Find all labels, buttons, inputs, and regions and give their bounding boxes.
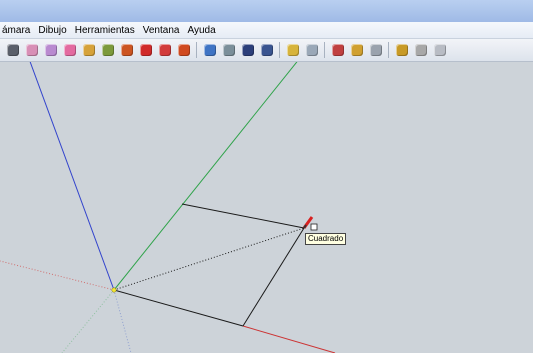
tool-button-eraser-pink[interactable] — [61, 41, 78, 58]
tool-button-push-pull[interactable] — [118, 41, 135, 58]
menu-window[interactable]: Ventana — [139, 25, 184, 36]
tool-button-warehouse[interactable] — [393, 41, 410, 58]
pencil-cursor-icon — [302, 216, 318, 231]
tool-button-tape-measure[interactable] — [80, 41, 97, 58]
tool-button-eraser[interactable] — [23, 41, 40, 58]
tool-button-follow-me[interactable] — [175, 41, 192, 58]
toolbar — [0, 39, 533, 62]
menu-help[interactable]: Ayuda — [183, 25, 219, 36]
zoom-icon — [241, 43, 254, 56]
tool-button-orbit[interactable] — [201, 41, 218, 58]
warehouse-icon — [395, 43, 408, 56]
pan-icon — [222, 43, 235, 56]
menu-tools[interactable]: Herramientas — [71, 25, 139, 36]
edge-bottom — [113, 289, 244, 327]
edge-right — [242, 227, 305, 327]
edge-top — [181, 203, 305, 229]
toolbar-separator — [324, 42, 325, 58]
tool-button-style[interactable] — [431, 41, 448, 58]
toolbar-separator — [388, 42, 389, 58]
menu-draw[interactable]: Dibujo — [34, 25, 70, 36]
inference-diagonal — [113, 227, 305, 291]
zoom-extents-icon — [260, 43, 273, 56]
tool-button-paint-bucket[interactable] — [42, 41, 59, 58]
tool-button-zoom[interactable] — [239, 41, 256, 58]
tool-button-move[interactable] — [137, 41, 154, 58]
red-axis-negative — [0, 260, 115, 291]
tape-measure-icon — [82, 43, 95, 56]
tool-button-rotate[interactable] — [156, 41, 173, 58]
protractor-icon — [101, 43, 114, 56]
paint-bucket-icon — [44, 43, 57, 56]
blue-axis-negative — [113, 289, 132, 353]
style-icon — [433, 43, 446, 56]
green-axis — [113, 62, 298, 291]
menu-camera[interactable]: ámara — [0, 25, 34, 36]
tool-button-protractor[interactable] — [99, 41, 116, 58]
green-axis-negative — [61, 289, 115, 353]
red-axis — [242, 325, 336, 353]
tool-button-zoom-extents[interactable] — [258, 41, 275, 58]
tool-button-share-model[interactable] — [303, 41, 320, 58]
follow-me-icon — [177, 43, 190, 56]
component-icon — [331, 43, 344, 56]
sphere-icon — [369, 43, 382, 56]
eraser-icon — [25, 43, 38, 56]
tool-button-arc[interactable] — [4, 41, 21, 58]
origin-point — [111, 287, 117, 293]
tool-button-material[interactable] — [412, 41, 429, 58]
blue-axis — [29, 62, 115, 291]
tool-button-component[interactable] — [329, 41, 346, 58]
orbit-icon — [203, 43, 216, 56]
tool-button-person[interactable] — [348, 41, 365, 58]
rotate-icon — [158, 43, 171, 56]
get-models-icon — [286, 43, 299, 56]
tool-button-pan[interactable] — [220, 41, 237, 58]
snap-tooltip: Cuadrado — [305, 233, 347, 245]
tool-button-get-models[interactable] — [284, 41, 301, 58]
material-icon — [414, 43, 427, 56]
eraser-pink-icon — [63, 43, 76, 56]
window-titlebar — [0, 0, 533, 22]
tool-button-sphere[interactable] — [367, 41, 384, 58]
drawing-viewport[interactable]: Cuadrado — [0, 62, 533, 353]
person-icon — [350, 43, 363, 56]
share-model-icon — [305, 43, 318, 56]
menu-bar: ámara Dibujo Herramientas Ventana Ayuda — [0, 22, 533, 39]
toolbar-separator — [279, 42, 280, 58]
toolbar-separator — [196, 42, 197, 58]
push-pull-icon — [120, 43, 133, 56]
arc-icon — [6, 43, 19, 56]
model-scene[interactable] — [0, 62, 533, 353]
move-icon — [139, 43, 152, 56]
